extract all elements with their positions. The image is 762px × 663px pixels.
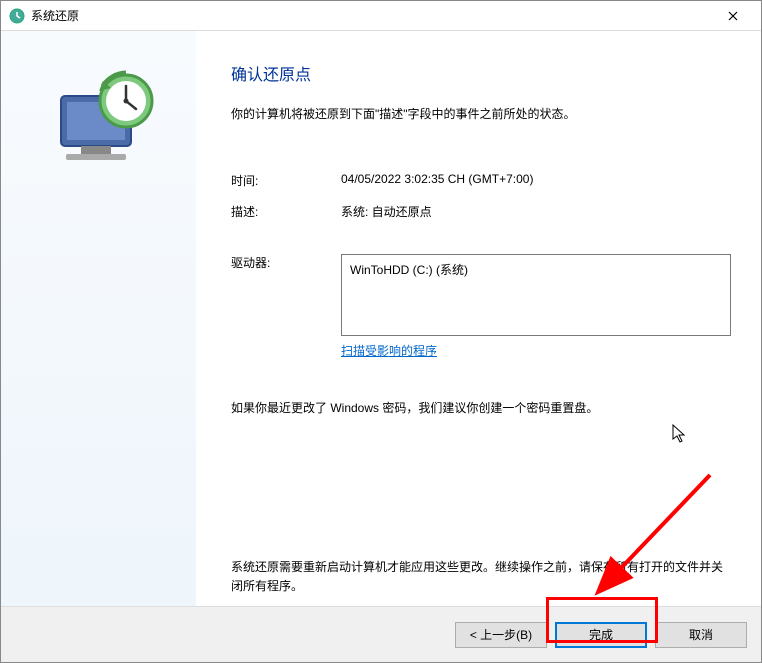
drive-item: WinToHDD (C:) (系统) [350, 261, 722, 278]
desc-row: 描述: 系统: 自动还原点 [231, 203, 731, 220]
button-footer: < 上一步(B) 完成 取消 [1, 606, 761, 662]
desc-value: 系统: 自动还原点 [341, 203, 731, 220]
close-button[interactable] [713, 2, 753, 30]
time-label: 时间: [231, 172, 341, 189]
drives-row: 驱动器: WinToHDD (C:) (系统) [231, 254, 731, 336]
back-button[interactable]: < 上一步(B) [455, 622, 547, 648]
time-row: 时间: 04/05/2022 3:02:35 CH (GMT+7:00) [231, 172, 731, 189]
content-area: 确认还原点 你的计算机将被还原到下面"描述"字段中的事件之前所处的状态。 时间:… [1, 31, 761, 606]
time-value: 04/05/2022 3:02:35 CH (GMT+7:00) [341, 172, 731, 189]
restore-icon [41, 61, 161, 181]
window-title: 系统还原 [31, 7, 713, 24]
page-subheading: 你的计算机将被还原到下面"描述"字段中的事件之前所处的状态。 [231, 105, 731, 122]
finish-button[interactable]: 完成 [555, 622, 647, 648]
drives-list: WinToHDD (C:) (系统) [341, 254, 731, 336]
sidebar [1, 31, 196, 606]
page-heading: 确认还原点 [231, 61, 731, 85]
restart-warning: 系统还原需要重新启动计算机才能应用这些更改。继续操作之前，请保存所有打开的文件并… [231, 558, 731, 596]
password-warning: 如果你最近更改了 Windows 密码，我们建议你创建一个密码重置盘。 [231, 399, 731, 416]
system-restore-window: 系统还原 [0, 0, 762, 663]
desc-label: 描述: [231, 203, 341, 220]
drives-label: 驱动器: [231, 254, 341, 336]
scan-programs-link[interactable]: 扫描受影响的程序 [341, 342, 731, 359]
titlebar: 系统还原 [1, 1, 761, 31]
app-icon [9, 8, 25, 24]
cancel-button[interactable]: 取消 [655, 622, 747, 648]
main-panel: 确认还原点 你的计算机将被还原到下面"描述"字段中的事件之前所处的状态。 时间:… [196, 31, 761, 606]
